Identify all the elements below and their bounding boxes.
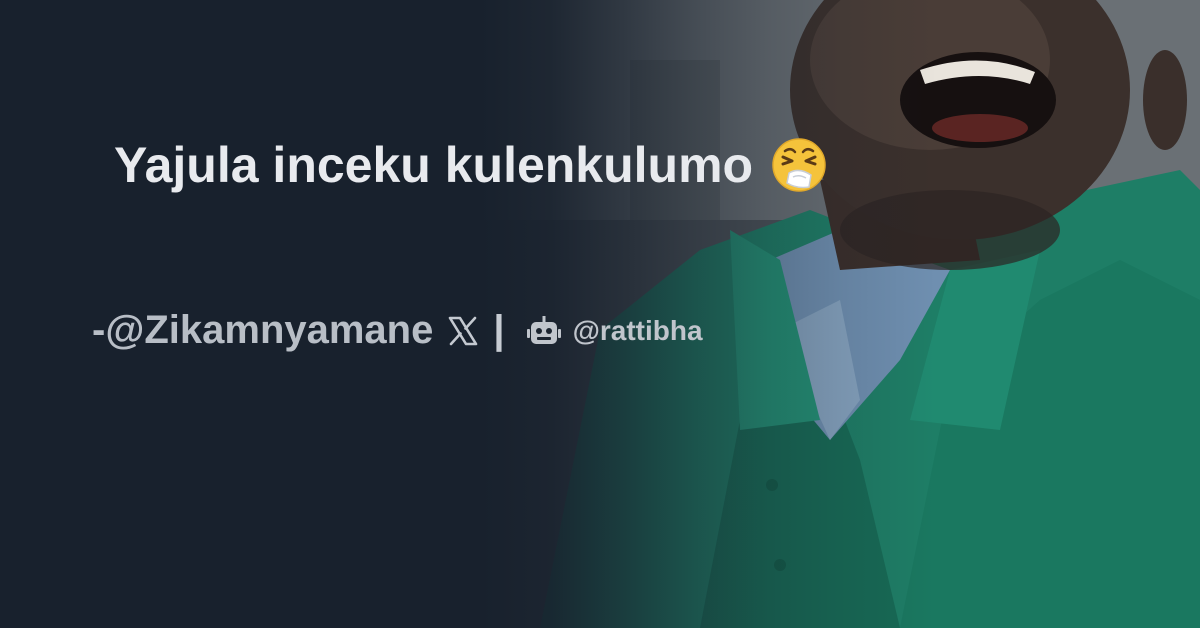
separator: | <box>493 308 505 352</box>
brand-handle[interactable]: @rattibha <box>573 315 703 347</box>
author-prefix: - <box>92 308 106 352</box>
sneezing-face-icon <box>771 137 827 193</box>
author-handle[interactable]: @Zikamnyamane <box>105 308 433 353</box>
x-logo-icon <box>447 315 479 347</box>
byline: - @Zikamnyamane | @rattibha <box>92 308 703 353</box>
thread-title: Yajula inceku kulenkulumo <box>114 136 827 194</box>
title-text: Yajula inceku kulenkulumo <box>114 137 754 193</box>
robot-icon <box>526 315 561 346</box>
share-card: Yajula inceku kulenkulumo - @Zikamnyaman… <box>0 0 1200 628</box>
